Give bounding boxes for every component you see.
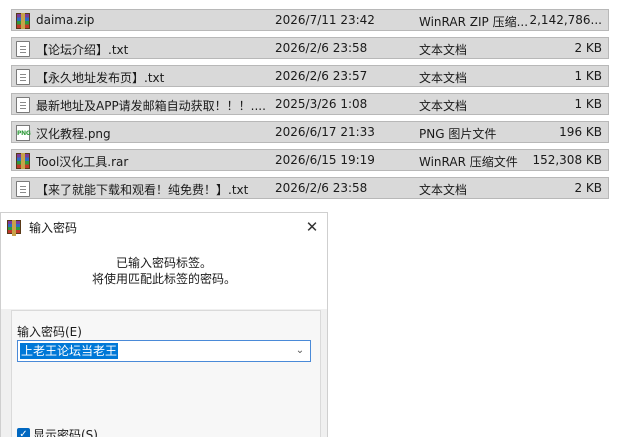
file-type: PNG 图片文件 [419,127,497,141]
text-document-icon [16,181,30,197]
show-password-checkbox[interactable]: ✓ [17,428,30,437]
file-type: WinRAR ZIP 压缩... [419,15,529,29]
file-type: 文本文档 [419,43,468,57]
winrar-archive-icon [16,153,30,169]
file-size: 2 KB [574,41,602,55]
dialog-titlebar[interactable]: 输入密码 ✕ [1,213,327,241]
file-type: 文本文档 [419,99,468,113]
file-date: 2026/2/6 23:58 [275,41,368,55]
show-password-label: 显示密码(S) [33,428,98,437]
dialog-title: 输入密码 [29,221,78,235]
password-label: 输入密码(E) [17,325,82,339]
password-combobox[interactable]: 上老王论坛当老王 ⌄ [17,340,311,362]
file-row-permanent-address[interactable]: 【永久地址发布页】.txt 2026/2/6 23:57 文本文档 1 KB [11,65,609,87]
winrar-archive-icon [16,13,30,29]
file-date: 2026/6/17 21:33 [275,125,375,139]
file-row-daima-zip[interactable]: daima.zip 2026/7/11 23:42 WinRAR ZIP 压缩.… [11,9,609,31]
file-type: 文本文档 [419,71,468,85]
file-size: 1 KB [574,97,602,111]
file-size: 196 KB [559,125,602,139]
file-name: daima.zip [36,13,95,27]
dialog-message-area: 已输入密码标签。 将使用匹配此标签的密码。 [1,241,327,309]
file-size: 2 KB [574,181,602,195]
file-name: 【永久地址发布页】.txt [36,71,165,85]
file-date: 2026/2/6 23:58 [275,181,368,195]
file-row-tutorial-png[interactable]: 汉化教程.png 2026/6/17 21:33 PNG 图片文件 196 KB [11,121,609,143]
file-name: 【来了就能下载和观看！纯免费！】.txt [36,183,249,197]
file-type: WinRAR 压缩文件 [419,155,518,169]
text-document-icon [16,97,30,113]
file-name: Tool汉化工具.rar [36,155,129,169]
file-size: 2,142,786... [529,13,602,27]
file-name: 最新地址及APP请发邮箱自动获取！！！.... [36,99,266,113]
file-date: 2026/2/6 23:57 [275,69,368,83]
file-row-free-download[interactable]: 【来了就能下载和观看！纯免费！】.txt 2026/2/6 23:58 文本文档… [11,177,609,199]
enter-password-dialog: 输入密码 ✕ 已输入密码标签。 将使用匹配此标签的密码。 输入密码(E) 上老王… [0,212,328,437]
file-type: 文本文档 [419,183,468,197]
chevron-down-icon[interactable]: ⌄ [294,344,306,358]
file-date: 2026/6/15 19:19 [275,153,375,167]
text-document-icon [16,69,30,85]
png-image-icon [16,125,30,141]
close-button[interactable]: ✕ [297,213,327,241]
close-icon: ✕ [305,218,319,236]
file-row-forum-intro[interactable]: 【论坛介绍】.txt 2026/2/6 23:58 文本文档 2 KB [11,37,609,59]
file-row-latest-address[interactable]: 最新地址及APP请发邮箱自动获取！！！.... 2025/3/26 1:08 文… [11,93,609,115]
file-date: 2025/3/26 1:08 [275,97,368,111]
file-size: 152,308 KB [532,153,602,167]
file-name: 汉化教程.png [36,127,111,141]
file-date: 2026/7/11 23:42 [275,13,375,27]
file-row-tool-rar[interactable]: Tool汉化工具.rar 2026/6/15 19:19 WinRAR 压缩文件… [11,149,609,171]
text-document-icon [16,41,30,57]
message-line-2: 将使用匹配此标签的密码。 [91,272,236,286]
password-input[interactable]: 上老王论坛当老王 [20,343,119,359]
file-size: 1 KB [574,69,602,83]
file-name: 【论坛介绍】.txt [36,43,129,57]
show-password-option[interactable]: ✓ 显示密码(S) [17,426,98,437]
message-line-1: 已输入密码标签。 [115,256,212,270]
winrar-app-icon [7,220,21,236]
